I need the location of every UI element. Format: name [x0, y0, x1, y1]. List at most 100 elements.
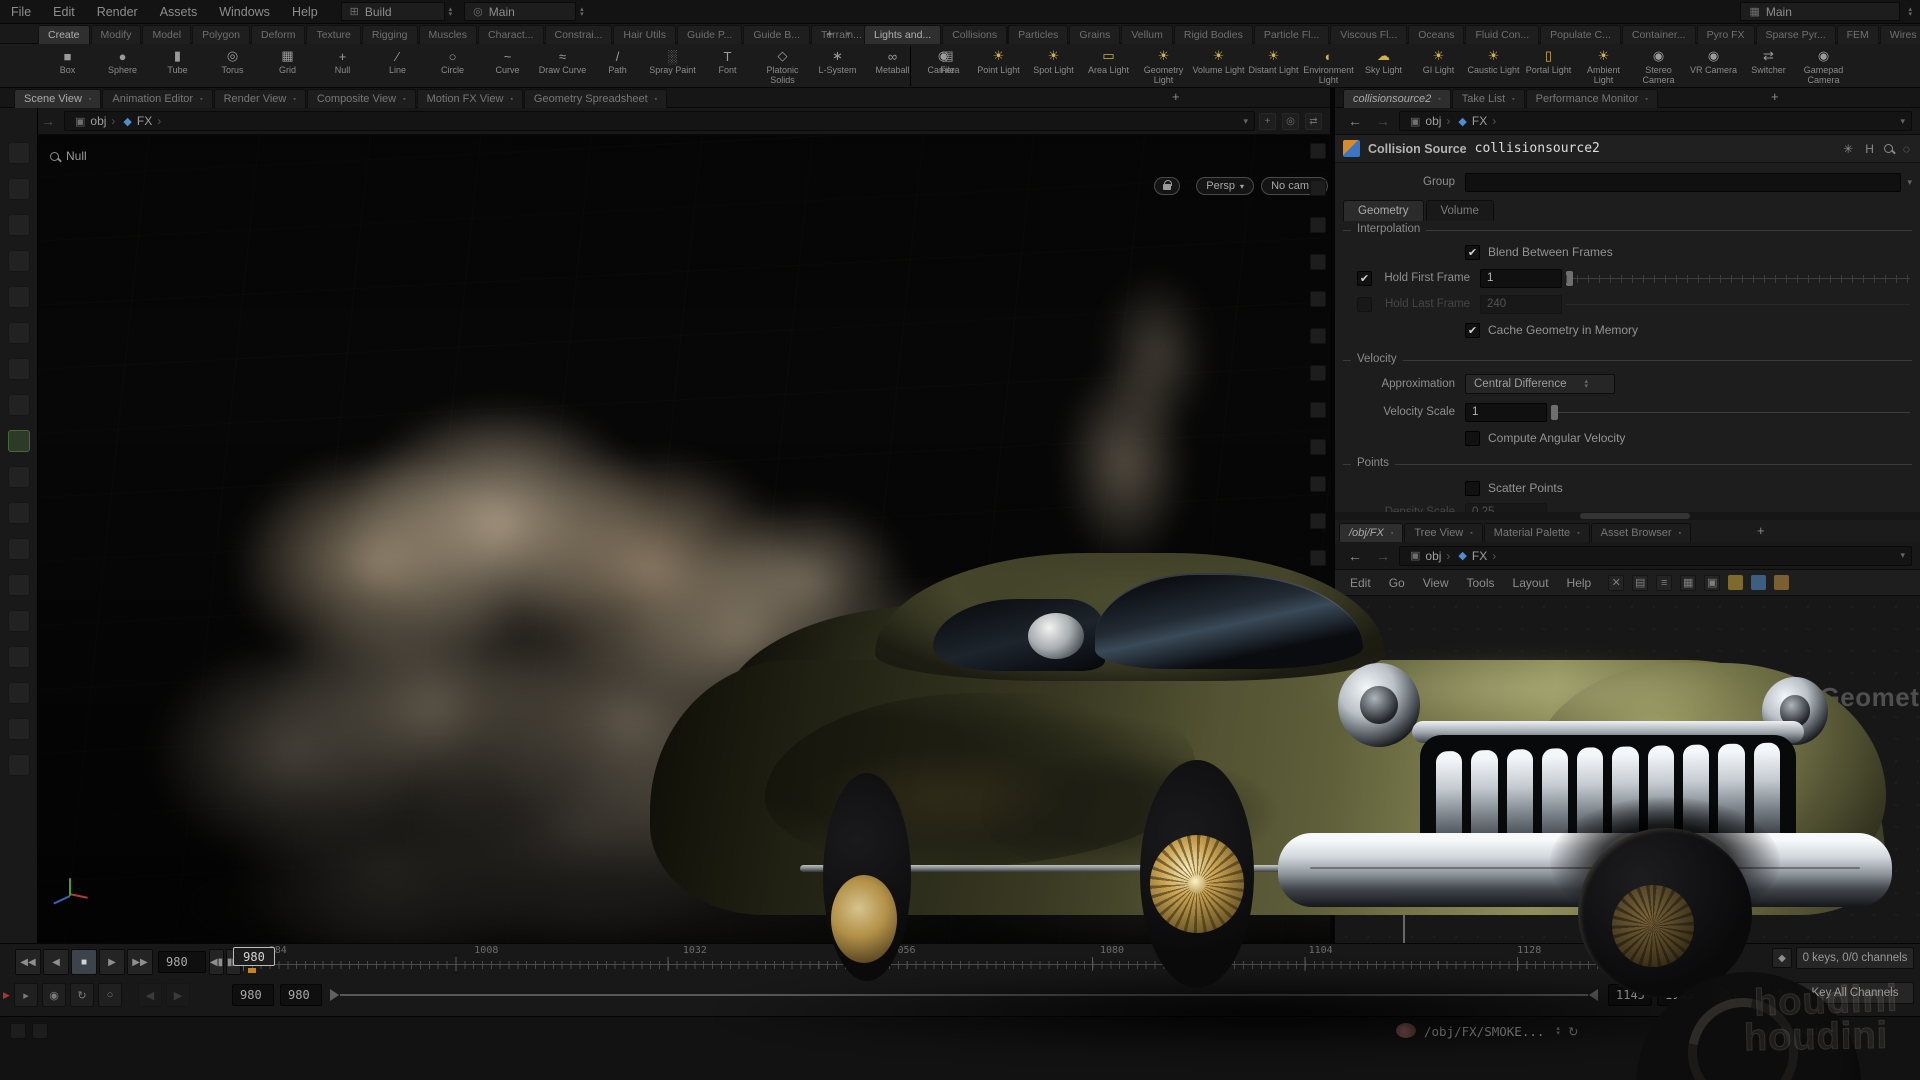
shelf-tab[interactable]: Grains — [1069, 25, 1120, 44]
tab-split-marker[interactable]: ▪ — [1512, 96, 1514, 103]
link-icon[interactable]: ⇄ — [1305, 113, 1322, 130]
jump-start-button[interactable]: ◀◀ — [15, 949, 41, 975]
hold-last-input[interactable]: 240 — [1480, 295, 1562, 314]
scale-tool-icon[interactable] — [8, 322, 30, 344]
pane-divider[interactable] — [1330, 88, 1335, 1016]
shelf-tab[interactable]: Create — [38, 25, 90, 44]
network-menu-item[interactable]: Help — [1558, 573, 1601, 593]
pane-tab[interactable]: collisionsource2 ▪ — [1343, 89, 1451, 108]
shelf-tab[interactable]: Polygon — [192, 25, 250, 44]
timeline-ruler[interactable]: 984100810321056108011041128 980 — [243, 947, 1703, 977]
scene-viewport[interactable]: Null Persp ▾ No cam ▾ — [38, 135, 1330, 943]
pin-icon[interactable]: + — [1259, 113, 1276, 130]
grid-toggle-icon[interactable] — [1310, 365, 1326, 381]
tab-split-marker[interactable]: ▪ — [1645, 96, 1647, 103]
desktop-combo[interactable]: ⊞ Build — [341, 2, 445, 21]
step-back-button[interactable]: ◀▮ — [209, 949, 224, 975]
pane-tab[interactable]: Tree View ▪ — [1404, 523, 1482, 542]
range-step-back-icon[interactable]: ◀ — [138, 983, 162, 1007]
node-name-field[interactable]: collisionsource2 — [1475, 141, 1833, 156]
snapshot-icon[interactable]: ◎ — [1282, 113, 1299, 130]
pane-tab[interactable]: Animation Editor ▪ — [102, 89, 212, 108]
velocity-scale-input[interactable]: 1 — [1465, 403, 1547, 422]
more-icon[interactable]: ◌ — [1901, 142, 1912, 156]
playbar-search-icon[interactable]: ▾ — [1712, 983, 1746, 1007]
shelf-tool[interactable]: ⇄ Switcher — [1741, 44, 1796, 76]
velocity-scale-slider[interactable] — [1551, 403, 1910, 422]
current-frame-field[interactable]: 980 — [158, 951, 206, 973]
pose-tool-icon[interactable] — [8, 358, 30, 380]
update-mode-select[interactable]: Auto Update ▾ — [1766, 1021, 1846, 1041]
shelf-tab[interactable]: Texture — [306, 25, 360, 44]
shelf-tab[interactable]: Sparse Pyr... — [1756, 25, 1836, 44]
path-crumb[interactable]: ▣ obj › — [71, 114, 119, 128]
play-reverse-button[interactable]: ◀ — [43, 949, 69, 975]
shelf-tab[interactable]: Terrain... — [811, 25, 872, 44]
pane-tab[interactable]: Performance Monitor ▪ — [1526, 89, 1658, 108]
pane-tab[interactable]: Asset Browser ▪ — [1591, 523, 1691, 542]
select-arrow-icon[interactable] — [8, 214, 30, 236]
rotate-tool-icon[interactable] — [8, 286, 30, 308]
display-options-icon[interactable] — [1310, 143, 1326, 159]
desktop-right-spinner[interactable]: ▴▾ — [1908, 7, 1912, 17]
tree-view-icon[interactable]: ▤ — [1632, 575, 1648, 591]
shelf-tool[interactable]: ■ Box — [40, 44, 95, 76]
range-start-field[interactable]: 980 — [280, 984, 322, 1006]
shelf-tab[interactable]: Model — [142, 25, 191, 44]
status-message-icon[interactable] — [10, 1023, 26, 1039]
shelf-tab[interactable]: Wires — [1880, 25, 1920, 44]
shelf-tab[interactable]: Oceans — [1408, 25, 1464, 44]
shelf-tool[interactable]: / Path — [590, 44, 645, 76]
status-log-icon[interactable] — [32, 1023, 48, 1039]
cache-checkbox[interactable]: ✔ — [1465, 323, 1480, 338]
group-input[interactable] — [1465, 173, 1901, 192]
menubar-item[interactable]: Help — [281, 1, 329, 23]
shelf-tool[interactable]: ░ Spray Paint — [645, 44, 700, 76]
paint-tool-icon[interactable] — [8, 430, 30, 452]
shelf-tool[interactable]: ▮ Tube — [150, 44, 205, 76]
view-menu-button[interactable]: Persp ▾ — [1196, 177, 1254, 195]
tab-split-marker[interactable]: ▪ — [655, 96, 657, 103]
realtime-toggle-icon[interactable]: ▸ — [14, 983, 38, 1007]
global-end-field[interactable]: 1145 — [1657, 984, 1701, 1006]
forward-icon[interactable]: → — [1371, 113, 1395, 129]
grid-snap-icon[interactable]: ▦ — [1680, 575, 1696, 591]
scene-combo[interactable]: ◎ Main — [464, 2, 576, 21]
param-tab[interactable]: Volume — [1426, 200, 1494, 221]
shelf-tool[interactable]: ∗ L-System — [810, 44, 865, 76]
global-start-field[interactable]: 980 — [232, 984, 274, 1006]
audio-icon[interactable]: ◉ — [42, 983, 66, 1007]
help-icon[interactable]: H — [1863, 142, 1876, 156]
network-menu-item[interactable]: Tools — [1458, 573, 1504, 593]
view-pin-icon[interactable] — [8, 610, 30, 632]
play-button[interactable]: ▶ — [99, 949, 125, 975]
shelf-tool[interactable]: ◉ Stereo Camera — [1631, 44, 1686, 85]
render-region-icon[interactable] — [8, 718, 30, 740]
param-hscrollbar[interactable] — [1335, 512, 1920, 520]
shelf-tool[interactable]: ∕ Line — [370, 44, 425, 76]
background-icon[interactable] — [1310, 513, 1326, 529]
shelf-tab[interactable]: Deform — [251, 25, 305, 44]
shelf-tool[interactable]: ◎ Torus — [205, 44, 260, 76]
angular-velocity-checkbox[interactable] — [1465, 431, 1480, 446]
auto-key-icon[interactable]: ◆ — [1772, 948, 1792, 968]
shelf-tab[interactable]: Viscous Fl... — [1330, 25, 1407, 44]
shelf-tool[interactable]: ☀ GI Light — [1411, 44, 1466, 76]
pane-tab[interactable]: Geometry Spreadsheet ▪ — [524, 89, 667, 108]
path-crumb[interactable]: ◆ FX › — [1454, 549, 1500, 563]
memory-icon[interactable] — [1310, 587, 1326, 603]
path-crumb[interactable]: ▣ obj › — [1406, 549, 1454, 563]
shelf-tab[interactable]: Particle Fl... — [1254, 25, 1329, 44]
shelf-tab[interactable]: Container... — [1622, 25, 1696, 44]
pane-tab[interactable]: Take List ▪ — [1452, 89, 1525, 108]
shelf-tool[interactable]: T Font — [700, 44, 755, 76]
objects-mode-icon[interactable] — [8, 178, 30, 200]
shelf-tab[interactable]: Constrai... — [545, 25, 613, 44]
pane-tab[interactable]: Render View ▪ — [214, 89, 306, 108]
shelf-tool[interactable]: ◉ Camera — [916, 44, 971, 76]
wireframe-icon[interactable] — [1310, 217, 1326, 233]
shelf-tool[interactable]: ☁ Sky Light — [1356, 44, 1411, 76]
menubar-item[interactable]: Windows — [208, 1, 281, 23]
viewport-layout-icon[interactable] — [1310, 550, 1326, 566]
search-icon[interactable] — [1884, 144, 1893, 153]
